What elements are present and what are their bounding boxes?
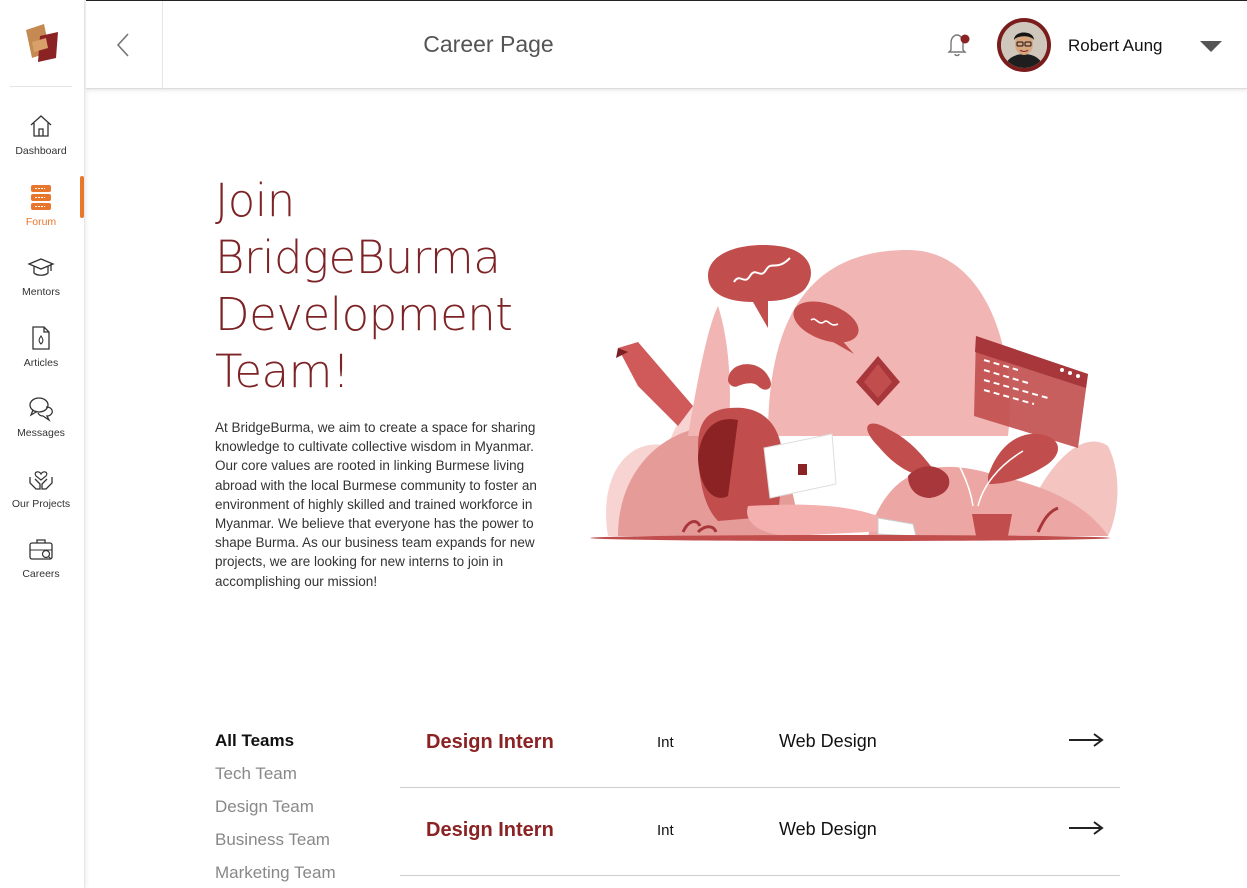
- hero-illustration: [590, 245, 1118, 541]
- sidebar-item-label: Forum: [25, 216, 57, 228]
- logo-divider: [10, 86, 72, 87]
- arrow-right-icon[interactable]: [1068, 820, 1104, 836]
- job-list: Design Intern Int Web Design Design Inte…: [400, 700, 1120, 876]
- document-icon: [32, 326, 50, 350]
- bell-icon[interactable]: [944, 30, 972, 60]
- job-category: Web Design: [779, 731, 877, 751]
- active-indicator: [80, 176, 84, 218]
- hero-title: Join BridgeBurma Development Team!: [215, 174, 513, 398]
- team-filter-business[interactable]: Business Team: [215, 829, 336, 862]
- sidebar-item-our-projects[interactable]: Our Projects: [0, 465, 82, 523]
- sidebar: Dashboard Forum Mentors Articles Message…: [0, 0, 85, 888]
- hero-description: At BridgeBurma, we aim to create a space…: [215, 420, 537, 589]
- briefcase-icon: [29, 539, 53, 560]
- graduation-cap-icon: [27, 258, 55, 276]
- job-row[interactable]: Design Intern Int Web Design: [400, 788, 1120, 876]
- job-type: Int: [657, 822, 674, 839]
- user-name[interactable]: Robert Aung: [1068, 36, 1163, 56]
- team-filter-marketing[interactable]: Marketing Team: [215, 862, 336, 888]
- teams-filter: All Teams Tech Team Design Team Business…: [215, 730, 336, 888]
- top-header: Career Page Robert Aung: [86, 0, 1247, 89]
- page-title: Career Page: [423, 31, 554, 57]
- job-row[interactable]: Design Intern Int Web Design: [400, 700, 1120, 788]
- sidebar-item-label: Careers: [22, 568, 60, 580]
- team-filter-design[interactable]: Design Team: [215, 796, 336, 829]
- sidebar-item-careers[interactable]: Careers: [0, 535, 82, 593]
- team-filter-tech[interactable]: Tech Team: [215, 763, 336, 796]
- sidebar-item-dashboard[interactable]: Dashboard: [0, 112, 82, 170]
- logo-icon[interactable]: [22, 22, 60, 64]
- chat-bubbles-icon: [29, 397, 53, 422]
- sidebar-item-label: Mentors: [22, 286, 60, 298]
- arrow-right-icon[interactable]: [1068, 732, 1104, 748]
- chevron-down-icon[interactable]: [1200, 41, 1222, 53]
- user-photo: [1001, 22, 1047, 68]
- sidebar-item-label: Articles: [23, 357, 59, 369]
- chevron-left-icon: [116, 33, 129, 57]
- sidebar-item-messages[interactable]: Messages: [0, 394, 82, 452]
- sidebar-item-forum[interactable]: Forum: [0, 183, 82, 241]
- job-title[interactable]: Design Intern: [426, 731, 554, 754]
- hands-heart-icon: [29, 471, 53, 490]
- sidebar-item-mentors[interactable]: Mentors: [0, 253, 82, 311]
- sidebar-item-label: Our Projects: [11, 498, 71, 510]
- team-filter-all[interactable]: All Teams: [215, 730, 336, 763]
- job-category: Web Design: [779, 819, 877, 839]
- forum-icon: [31, 185, 51, 210]
- sidebar-item-articles[interactable]: Articles: [0, 324, 82, 382]
- avatar[interactable]: [997, 18, 1051, 72]
- sidebar-item-label: Messages: [17, 427, 65, 439]
- job-title[interactable]: Design Intern: [426, 819, 554, 842]
- back-button[interactable]: [86, 1, 163, 89]
- job-type: Int: [657, 734, 674, 751]
- sidebar-item-label: Dashboard: [15, 145, 67, 157]
- home-icon: [30, 115, 52, 137]
